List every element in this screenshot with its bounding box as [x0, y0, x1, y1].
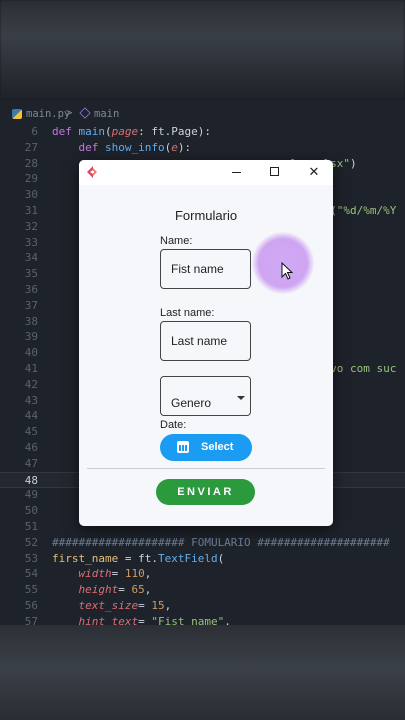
- code-text: text_size= 15,: [78, 599, 172, 612]
- line-number: 33: [24, 235, 38, 249]
- window-titlebar[interactable]: ✕: [79, 160, 333, 185]
- python-file-icon: [12, 109, 22, 119]
- code-text: first_name = ft.TextField(: [52, 551, 225, 565]
- code-line[interactable]: 6 def main(page: ft.Page):: [0, 124, 405, 140]
- breadcrumb-separator: >: [66, 107, 73, 119]
- maximize-icon[interactable]: [270, 167, 279, 176]
- date-label: Date:: [160, 419, 187, 431]
- mouse-pointer-icon: [281, 262, 293, 280]
- code-text: def show_info(e):: [78, 140, 192, 154]
- name-label: Name:: [160, 235, 193, 247]
- line-number: 50: [24, 504, 38, 518]
- code-text: width= 110,: [78, 567, 152, 581]
- flet-logo-icon: [87, 166, 97, 178]
- function-symbol-icon: [79, 107, 91, 119]
- caret-down-icon: [237, 396, 245, 400]
- line-number: 31: [24, 204, 38, 217]
- code-text: height= 65,: [78, 583, 152, 597]
- blurred-bottom-background: [0, 625, 405, 720]
- select-date-label: Select: [201, 441, 234, 453]
- last-name-field[interactable]: Last name: [160, 321, 251, 361]
- line-number: 41: [24, 362, 38, 375]
- line-number: 34: [24, 251, 38, 265]
- line-number: 51: [24, 520, 38, 533]
- line-number: 45: [24, 425, 38, 439]
- line-number: 43: [24, 393, 38, 407]
- line-number: 42: [24, 377, 38, 391]
- last-name-label: Last name:: [160, 307, 215, 319]
- first-name-field[interactable]: Fist name: [160, 249, 251, 289]
- line-number: 53: [24, 551, 38, 565]
- line-number: 32: [24, 219, 38, 233]
- line-number: 54: [24, 567, 38, 581]
- form-title: Formulario: [174, 208, 238, 223]
- code-line[interactable]: 55 height= 65,: [0, 582, 405, 598]
- line-number: 35: [24, 267, 38, 281]
- line-number: 27: [24, 140, 38, 154]
- line-number: 48: [24, 473, 38, 487]
- gender-dropdown[interactable]: Genero: [160, 376, 251, 416]
- calendar-icon: [177, 441, 189, 453]
- minimize-icon[interactable]: [232, 172, 241, 173]
- divider: [87, 468, 325, 469]
- code-line[interactable]: 54 width= 110,: [0, 566, 405, 582]
- line-number: 39: [24, 330, 38, 344]
- last-name-hint: Last name: [171, 334, 228, 348]
- line-number: 29: [24, 172, 38, 186]
- line-number: 6: [31, 125, 38, 138]
- line-number: 40: [24, 346, 38, 360]
- code-line[interactable]: 56 text_size= 15,: [0, 598, 405, 614]
- code-text: #################### FOMULARIO #########…: [52, 535, 390, 549]
- line-number: 46: [24, 441, 38, 454]
- line-number: 28: [24, 156, 38, 170]
- send-button[interactable]: ENVIAR: [156, 479, 255, 505]
- breadcrumb-file[interactable]: main.py: [26, 108, 70, 120]
- line-number: 36: [24, 283, 38, 296]
- close-icon[interactable]: ✕: [303, 162, 325, 182]
- breadcrumb-symbol[interactable]: main: [94, 108, 119, 120]
- line-number: 56: [24, 599, 38, 612]
- code-line[interactable]: 27 def show_info(e):: [0, 140, 405, 156]
- code-text: def main(page: ft.Page):: [52, 125, 211, 138]
- line-number: 47: [24, 456, 38, 470]
- line-number: 55: [24, 583, 38, 597]
- select-date-button[interactable]: Select: [160, 434, 252, 461]
- line-number: 38: [24, 314, 38, 328]
- line-number: 44: [24, 409, 38, 423]
- first-name-hint: Fist name: [171, 262, 224, 276]
- line-number: 49: [24, 488, 38, 502]
- editor-breadcrumb: main.py > main: [0, 106, 405, 124]
- line-number: 37: [24, 298, 38, 312]
- blurred-top-background: [0, 0, 405, 100]
- code-line[interactable]: 53 first_name = ft.TextField(: [0, 551, 405, 567]
- app-window: ✕ Formulario Name: Fist name Last name: …: [79, 160, 333, 526]
- line-number: 52: [24, 535, 38, 549]
- gender-value: Genero: [171, 396, 212, 410]
- code-line[interactable]: 52 #################### FOMULARIO #######…: [0, 535, 405, 551]
- line-number: 30: [24, 188, 38, 202]
